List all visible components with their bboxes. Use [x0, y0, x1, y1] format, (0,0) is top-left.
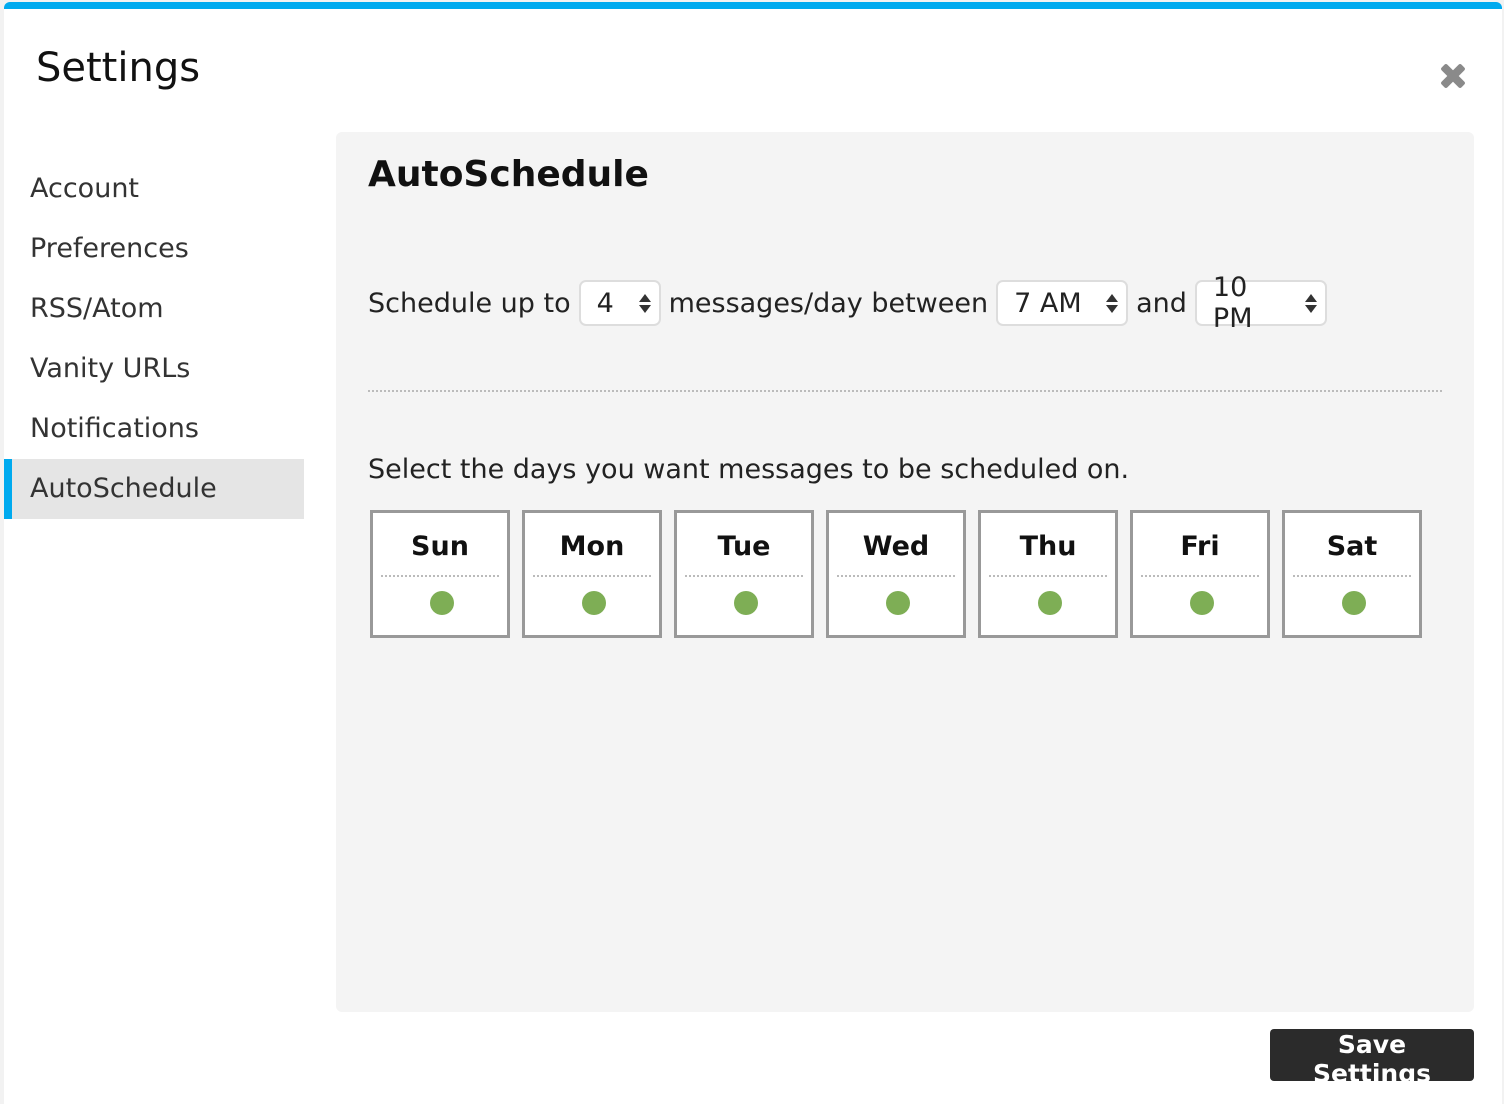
end-time-value: 10 PM [1212, 272, 1253, 334]
enabled-dot-icon [734, 591, 758, 615]
schedule-row: Schedule up to 4 messages/day between 7 … [368, 272, 1335, 334]
dialog-title: Settings [36, 45, 201, 91]
day-label: Sun [411, 531, 469, 562]
enabled-dot-icon [1038, 591, 1062, 615]
day-label: Thu [1019, 531, 1077, 562]
day-toggle-thu[interactable]: Thu [978, 510, 1118, 638]
day-toggle-wed[interactable]: Wed [826, 510, 966, 638]
schedule-joiner-label: and [1136, 287, 1187, 319]
day-label: Mon [559, 531, 625, 562]
sidebar-item-rss-atom[interactable]: RSS/Atom [4, 279, 304, 339]
day-selector: Sun Mon Tue Wed Thu Fri Sat [370, 510, 1422, 638]
day-label: Fri [1180, 531, 1220, 562]
close-x-icon[interactable] [1436, 59, 1470, 93]
updown-arrows-icon [1304, 293, 1317, 313]
day-divider [837, 575, 955, 577]
enabled-dot-icon [1342, 591, 1366, 615]
schedule-middle-label: messages/day between [668, 287, 989, 319]
panel-heading: AutoSchedule [368, 154, 649, 195]
day-label: Tue [717, 531, 771, 562]
start-time-select[interactable]: 7 AM [996, 280, 1129, 326]
day-label: Sat [1326, 531, 1378, 562]
days-prompt: Select the days you want messages to be … [368, 454, 1130, 485]
day-divider [1293, 575, 1411, 577]
schedule-prefix-label: Schedule up to [368, 287, 571, 319]
day-divider [1141, 575, 1259, 577]
enabled-dot-icon [430, 591, 454, 615]
day-divider [381, 575, 499, 577]
sidebar-item-autoschedule[interactable]: AutoSchedule [4, 459, 304, 519]
autoschedule-panel: AutoSchedule Schedule up to 4 messages/d… [336, 132, 1474, 1012]
day-toggle-sat[interactable]: Sat [1282, 510, 1422, 638]
day-toggle-sun[interactable]: Sun [370, 510, 510, 638]
enabled-dot-icon [582, 591, 606, 615]
sidebar-item-account[interactable]: Account [4, 159, 304, 219]
day-toggle-mon[interactable]: Mon [522, 510, 662, 638]
messages-count-value: 4 [596, 287, 614, 319]
settings-sidebar: Account Preferences RSS/Atom Vanity URLs… [4, 159, 304, 519]
updown-arrows-icon [1106, 293, 1119, 313]
day-toggle-tue[interactable]: Tue [674, 510, 814, 638]
messages-count-select[interactable]: 4 [578, 280, 661, 326]
enabled-dot-icon [1190, 591, 1214, 615]
start-time-value: 7 AM [1014, 287, 1082, 319]
day-divider [533, 575, 651, 577]
section-divider [368, 390, 1442, 392]
end-time-select[interactable]: 10 PM [1194, 272, 1327, 334]
settings-dialog: Settings Account Preferences RSS/Atom Va… [4, 2, 1502, 1104]
enabled-dot-icon [886, 591, 910, 615]
day-divider [989, 575, 1107, 577]
sidebar-item-notifications[interactable]: Notifications [4, 399, 304, 459]
day-toggle-fri[interactable]: Fri [1130, 510, 1270, 638]
day-label: Wed [862, 531, 930, 562]
day-divider [685, 575, 803, 577]
updown-arrows-icon [638, 293, 651, 313]
save-settings-button[interactable]: Save Settings [1270, 1029, 1474, 1088]
sidebar-item-vanity-urls[interactable]: Vanity URLs [4, 339, 304, 399]
sidebar-item-preferences[interactable]: Preferences [4, 219, 304, 279]
